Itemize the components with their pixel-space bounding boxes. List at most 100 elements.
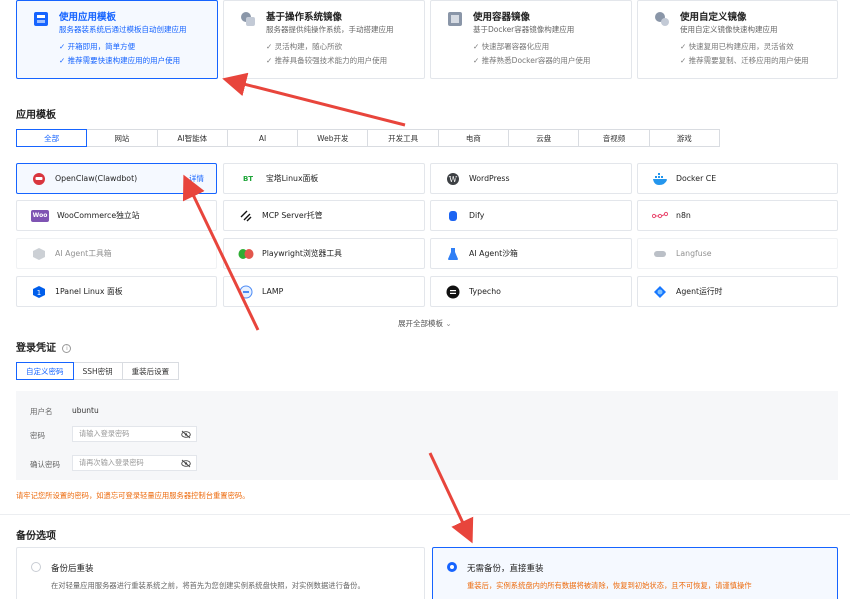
template-card-n8n[interactable]: n8n	[637, 200, 838, 231]
template-name: OpenClaw(Clawdbot)	[55, 174, 138, 183]
template-name: 1Panel Linux 面板	[55, 287, 123, 296]
template-detail-link[interactable]: 详情	[189, 173, 204, 184]
radio-button-selected[interactable]	[447, 562, 457, 572]
template-name: Agent运行时	[676, 287, 723, 296]
image-type-desc: 使用自定义镜像快速构建应用	[680, 25, 778, 34]
ai-toolbox-icon	[31, 246, 47, 262]
check-icon: ✓	[59, 42, 68, 51]
tab-ssh-key[interactable]: SSH密钥	[72, 362, 123, 380]
radio-button[interactable]	[31, 562, 41, 572]
template-name: WooCommerce独立站	[57, 211, 140, 220]
confirm-password-input[interactable]: 请再次输入登录密码	[72, 455, 197, 471]
image-type-title: 使用自定义镜像	[680, 12, 747, 23]
template-card-wordpress[interactable]: W WordPress	[430, 163, 632, 194]
svg-text:1: 1	[37, 289, 41, 297]
password-label: 密码	[30, 431, 45, 440]
eye-off-icon[interactable]	[181, 430, 191, 439]
template-card-openclaw[interactable]: OpenClaw(Clawdbot) 详情	[16, 163, 217, 194]
template-card-dify[interactable]: Dify	[430, 200, 632, 231]
backup-option-backup-then-reinstall[interactable]: 备份后重装 在对轻量应用服务器进行重装系统之前，将首先为您创建实例系统盘快照，对…	[16, 547, 425, 599]
check-icon: ✓	[59, 56, 68, 65]
template-card-1panel[interactable]: 1 1Panel Linux 面板	[16, 276, 217, 307]
category-tab-website[interactable]: 网站	[86, 129, 158, 147]
category-tab-media[interactable]: 音视频	[578, 129, 650, 147]
backup-option-no-backup[interactable]: 无需备份，直接重装 重装后，实例系统盘内的所有数据将被清除，恢复到初始状态，且不…	[432, 547, 838, 599]
image-type-feature: 推荐需要复制、迁移应用的用户使用	[688, 56, 809, 65]
category-tab-dev-tools[interactable]: 开发工具	[367, 129, 439, 147]
template-card-langfuse[interactable]: Langfuse	[637, 238, 838, 269]
typecho-icon	[445, 284, 461, 300]
check-icon: ✓	[680, 56, 689, 65]
login-tabs: 自定义密码 SSH密钥 重装后设置	[16, 362, 180, 380]
username-value: ubuntu	[72, 406, 99, 415]
image-type-app-template[interactable]: 使用应用模板 服务器装系统后通过模板自动创建应用 ✓ 开箱即用，简单方便 ✓ 推…	[16, 0, 218, 79]
mcp-icon	[238, 208, 254, 224]
bt-panel-icon: BT	[242, 174, 254, 183]
image-type-feature: 推荐需要快速构建应用的用户使用	[67, 56, 181, 65]
template-card-bt-panel[interactable]: BT 宝塔Linux面板	[223, 163, 425, 194]
check-icon: ✓	[473, 42, 482, 51]
category-tab-web-dev[interactable]: Web开发	[297, 129, 369, 147]
image-type-feature: 快速部署容器化应用	[481, 42, 550, 51]
image-type-desc: 服务器装系统后通过模板自动创建应用	[59, 25, 187, 34]
category-tab-ai[interactable]: AI	[226, 129, 299, 147]
login-form: 用户名 ubuntu 密码 请输入登录密码 确认密码 请再次输入登录密码	[16, 391, 838, 480]
backup-option-desc: 在对轻量应用服务器进行重装系统之前，将首先为您创建实例系统盘快照，对实例数据进行…	[51, 581, 365, 590]
template-card-typecho[interactable]: Typecho	[430, 276, 632, 307]
tab-custom-password[interactable]: 自定义密码	[16, 362, 74, 380]
confirm-password-label: 确认密码	[30, 460, 60, 469]
template-card-ai-sandbox[interactable]: AI Agent沙箱	[430, 238, 632, 269]
image-type-desc: 服务器提供纯操作系统，手动搭建应用	[266, 25, 394, 34]
category-tab-cloud-drive[interactable]: 云盘	[508, 129, 580, 147]
backup-option-title: 无需备份，直接重装	[467, 564, 544, 574]
category-tab-ecommerce[interactable]: 电商	[437, 129, 510, 147]
eye-off-icon[interactable]	[181, 459, 191, 468]
expand-all-templates[interactable]: 展开全部模板 ⌄	[398, 318, 452, 329]
category-tab-all[interactable]: 全部	[16, 129, 88, 147]
check-icon: ✓	[266, 56, 275, 65]
password-input[interactable]: 请输入登录密码	[72, 426, 197, 442]
n8n-icon	[652, 208, 668, 224]
svg-text:W: W	[449, 175, 458, 184]
agent-runtime-icon	[652, 284, 668, 300]
template-card-woocommerce[interactable]: Woo WooCommerce独立站	[16, 200, 217, 231]
category-tab-game[interactable]: 游戏	[648, 129, 720, 147]
template-name: Langfuse	[676, 249, 712, 258]
image-type-custom[interactable]: 使用自定义镜像 使用自定义镜像快速构建应用 ✓ 快速复用已构建应用，灵活省效 ✓…	[637, 0, 838, 79]
template-name: AI Agent沙箱	[469, 249, 518, 258]
image-type-feature: 灵活构建，随心所欲	[274, 42, 343, 51]
template-card-ai-toolbox[interactable]: AI Agent工具箱	[16, 238, 217, 269]
template-card-docker[interactable]: Docker CE	[637, 163, 838, 194]
1panel-icon: 1	[31, 284, 47, 300]
category-tabs: 全部 网站 AI智能体 AI Web开发 开发工具 电商 云盘 音视频 游戏	[16, 129, 720, 147]
template-name: WordPress	[469, 174, 510, 183]
template-name: AI Agent工具箱	[55, 249, 112, 258]
image-type-container[interactable]: 使用容器镜像 基于Docker容器镜像构建应用 ✓ 快速部署容器化应用 ✓ 推荐…	[430, 0, 632, 79]
template-name: 宝塔Linux面板	[266, 174, 319, 183]
template-card-playwright[interactable]: Playwright浏览器工具	[223, 238, 425, 269]
image-type-feature: 快速复用已构建应用，灵活省效	[688, 42, 794, 51]
image-type-feature: 开箱即用，简单方便	[67, 42, 136, 51]
lamp-icon	[238, 284, 254, 300]
section-title-app-template: 应用模板	[16, 110, 56, 121]
backup-option-title: 备份后重装	[51, 564, 94, 574]
section-divider	[0, 514, 850, 515]
tab-set-after-reinstall[interactable]: 重装后设置	[121, 362, 180, 380]
custom-image-icon	[655, 12, 669, 26]
image-type-desc: 基于Docker容器镜像构建应用	[473, 25, 575, 34]
info-icon[interactable]: i	[62, 343, 72, 353]
image-type-os[interactable]: 基于操作系统镜像 服务器提供纯操作系统，手动搭建应用 ✓ 灵活构建，随心所欲 ✓…	[223, 0, 425, 79]
langfuse-icon	[652, 246, 668, 262]
section-title-backup: 备份选项	[16, 531, 56, 542]
playwright-icon	[238, 246, 254, 262]
category-tab-ai-agent[interactable]: AI智能体	[156, 129, 228, 147]
template-card-agent-runtime[interactable]: Agent运行时	[637, 276, 838, 307]
check-icon: ✓	[473, 56, 482, 65]
backup-option-desc: 重装后，实例系统盘内的所有数据将被清除，恢复到初始状态，且不可恢复，请谨慎操作	[467, 581, 752, 590]
password-placeholder: 请输入登录密码	[79, 429, 130, 438]
woocommerce-icon: Woo	[31, 209, 49, 222]
template-card-mcp[interactable]: MCP Server托管	[223, 200, 425, 231]
image-type-feature: 推荐熟悉Docker容器的用户使用	[481, 56, 591, 65]
template-card-lamp[interactable]: LAMP	[223, 276, 425, 307]
template-name: LAMP	[262, 287, 284, 296]
